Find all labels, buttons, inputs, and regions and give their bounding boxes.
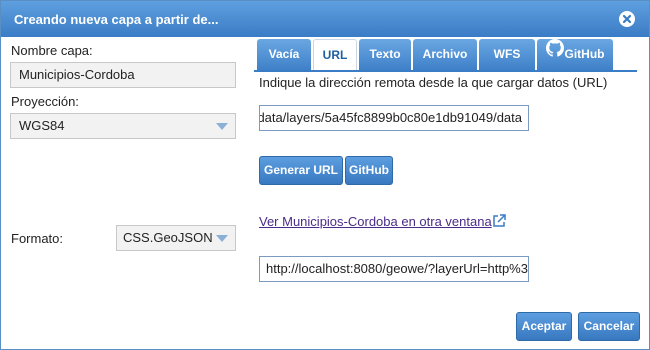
cancel-button[interactable]: Cancelar — [578, 312, 640, 341]
tab-url[interactable]: URL — [313, 39, 357, 70]
projection-label: Proyección: — [11, 94, 79, 109]
projection-select[interactable]: WGS84 — [10, 113, 236, 139]
format-label: Formato: — [11, 231, 64, 246]
format-select[interactable]: CSS.GeoJSON — [116, 225, 236, 251]
tab-wfs[interactable]: WFS — [479, 39, 535, 70]
url-input-value: data/layers/5a45fc8899b0c80e1db91049/dat… — [259, 110, 522, 125]
tab-github-label: GitHub — [564, 47, 605, 61]
new-layer-dialog: Creando nueva capa a partir de... Nombre… — [0, 0, 650, 350]
url-instruction: Indique la dirección remota desde la que… — [259, 75, 608, 90]
tab-vacia[interactable]: Vacía — [257, 39, 311, 70]
source-tabs: Vacía URL Texto Archivo WFS GitHub — [254, 37, 637, 72]
dialog-title: Creando nueva capa a partir de... — [14, 12, 219, 27]
projection-value: WGS84 — [19, 118, 65, 133]
chevron-down-icon — [216, 235, 228, 242]
accept-button[interactable]: Aceptar — [516, 312, 572, 341]
chevron-down-icon — [216, 123, 228, 130]
format-value: CSS.GeoJSON — [123, 230, 213, 245]
layer-name-label: Nombre capa: — [11, 43, 93, 58]
dialog-title-bar[interactable]: Creando nueva capa a partir de... — [1, 1, 649, 37]
tab-github[interactable]: GitHub — [537, 39, 613, 70]
github-icon — [545, 38, 564, 69]
tab-texto[interactable]: Texto — [359, 39, 411, 70]
url-input[interactable]: data/layers/5a45fc8899b0c80e1db91049/dat… — [259, 105, 529, 131]
github-button[interactable]: GitHub — [345, 156, 393, 185]
open-in-new-window-link[interactable]: Ver Municipios-Cordoba en otra ventana — [259, 214, 492, 229]
close-icon[interactable] — [619, 11, 635, 27]
generate-url-button[interactable]: Generar URL — [259, 156, 343, 185]
tab-archivo[interactable]: Archivo — [413, 39, 477, 70]
layer-name-input[interactable]: Municipios-Cordoba — [10, 62, 236, 88]
result-url-field[interactable]: http://localhost:8080/geowe/?layerUrl=ht… — [259, 256, 529, 282]
external-link-icon[interactable] — [491, 213, 507, 232]
